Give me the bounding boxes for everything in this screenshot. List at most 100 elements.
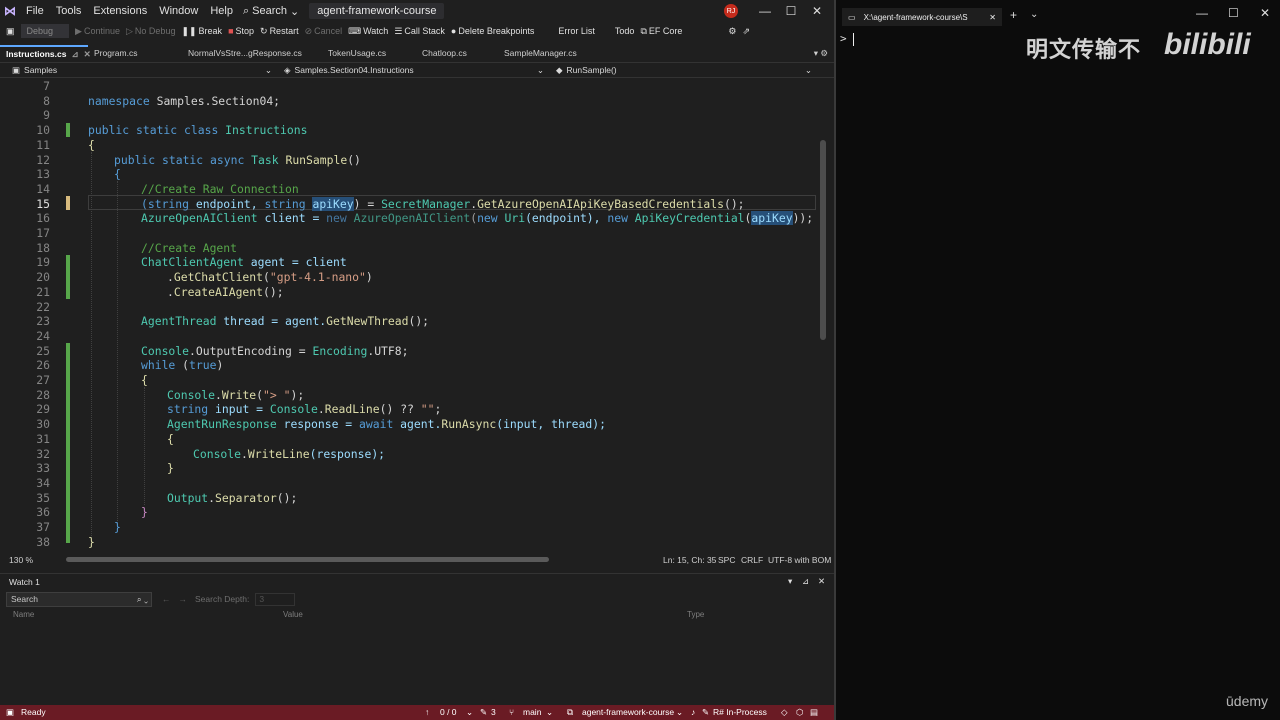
cancel-button[interactable]: ⊘ Cancel (305, 26, 343, 37)
watch-list[interactable] (8, 624, 820, 700)
call-stack-button[interactable]: ☰ Call Stack (394, 26, 445, 37)
tab-sample-manager[interactable]: SampleManager.cs (498, 45, 608, 61)
pin-icon[interactable]: ⊿ (71, 47, 78, 61)
chevron-down-icon[interactable]: ⌄ (466, 705, 473, 720)
terminal-tab[interactable]: ▭ X:\agent-framework-course\S ✕ (842, 8, 1002, 26)
status-repo[interactable]: agent-framework-course (582, 705, 674, 720)
error-list-button[interactable]: Error List (558, 26, 595, 36)
call-stack-label: Call Stack (404, 26, 445, 36)
code-line-20: .GetChatClient("gpt-4.1-nano") (167, 270, 373, 284)
watch-search-input[interactable]: Search ⌕ ⌄ (6, 591, 152, 607)
tab-instructions[interactable]: Instructions.cs ⊿ ✕ (0, 45, 91, 61)
chevron-down-icon[interactable]: ▾ (788, 576, 792, 587)
tab-token-usage[interactable]: TokenUsage.cs (322, 45, 416, 61)
repo-icon[interactable]: ⧉ (567, 705, 573, 720)
avatar[interactable]: RJ (724, 4, 738, 18)
notifications-icon[interactable]: ▤ (810, 705, 818, 720)
share-icon[interactable]: ⇗ (742, 26, 750, 37)
menu-help[interactable]: Help (204, 0, 239, 22)
zoom-level[interactable]: 130 % (9, 555, 33, 565)
member-dropdown[interactable]: ◆ RunSample() ⌄ (544, 65, 812, 76)
new-tab-icon[interactable]: + (1010, 8, 1017, 22)
status-branch[interactable]: main (523, 705, 541, 720)
todo-button[interactable]: Todo (615, 26, 635, 36)
column-name[interactable]: Name (13, 610, 34, 619)
code-line-31: { (167, 432, 174, 446)
status-edits[interactable]: 3 (491, 705, 496, 720)
git-icon[interactable]: ⬡ (796, 705, 803, 720)
forward-arrow-icon[interactable]: → (179, 594, 188, 604)
status-resharper[interactable]: R# In-Process (713, 705, 767, 720)
chevron-down-icon[interactable]: ⌄ (1030, 9, 1038, 20)
delete-breakpoints-button[interactable]: ● Delete Breakpoints (451, 26, 534, 36)
pencil-icon[interactable]: ✎ (702, 705, 709, 720)
tab-normal-vs-streaming[interactable]: NormalVsStre...gResponse.cs (182, 45, 322, 61)
pencil-icon[interactable]: ✎ (480, 705, 487, 720)
cursor-position[interactable]: Ln: 15, Ch: 35 (663, 555, 716, 565)
column-type[interactable]: Type (687, 610, 704, 619)
pin-icon[interactable]: ⊿ (802, 576, 809, 587)
no-debug-button[interactable]: ▷ No Debug (126, 26, 175, 37)
terminal-prompt[interactable]: > (840, 32, 854, 46)
close-tab-icon[interactable]: ✕ (989, 13, 1002, 22)
stop-icon: ■ (228, 26, 234, 36)
branch-icon[interactable]: ⑂ (509, 705, 514, 720)
menu-extensions[interactable]: Extensions (87, 0, 153, 22)
token: WriteLine (247, 446, 310, 461)
file-encoding[interactable]: UTF-8 with BOM (768, 555, 831, 565)
minimize-icon[interactable]: — (752, 0, 778, 22)
token: client = (257, 211, 327, 226)
editor-horizontal-scroll-thumb[interactable] (66, 557, 549, 562)
line-endings[interactable]: CRLF (741, 555, 763, 565)
token: (string (141, 196, 190, 211)
minimize-icon[interactable]: — (1196, 6, 1208, 20)
break-button[interactable]: ❚❚ Break (181, 26, 222, 37)
chevron-down-icon[interactable]: ⌄ (676, 705, 683, 720)
config-dropdown[interactable]: Debug (20, 24, 70, 38)
token: endpoint, (189, 196, 265, 211)
line-number: 16 (36, 211, 50, 226)
search-depth-select[interactable]: 3 (255, 592, 296, 606)
toolbox-icon[interactable]: ▣ (6, 26, 15, 37)
menu-file[interactable]: File (20, 0, 50, 22)
token: . (167, 270, 174, 285)
whitespace-mode[interactable]: SPC (718, 555, 735, 565)
debug-toolbar: ▣ Debug ▶ Continue ▷ No Debug ❚❚ Break ■ Sto… (0, 22, 834, 40)
watch-panel-header: Watch 1 ▾ ⊿ ✕ (0, 573, 834, 589)
search-box[interactable]: ⌕ Search ⌄ (243, 5, 299, 18)
maximize-icon[interactable]: ☐ (1228, 6, 1239, 20)
error-list-label: Error List (558, 26, 595, 36)
delete-breakpoints-label: Delete Breakpoints (458, 26, 535, 36)
bell-icon[interactable]: ♪ (691, 705, 695, 720)
title-bar: ⋈ File Tools Extensions Window Help ⌕ Se… (0, 0, 834, 22)
editor-scroll-thumb[interactable] (820, 140, 826, 340)
tab-overflow-icon[interactable]: ▾ ⚙ (808, 45, 834, 61)
arrow-up-icon[interactable]: ↑ (425, 705, 429, 720)
menu-tools[interactable]: Tools (50, 0, 88, 22)
tab-program[interactable]: Program.cs (88, 45, 182, 61)
tab-chatloop[interactable]: Chatloop.cs (416, 45, 498, 61)
project-dropdown[interactable]: ▣ Samples ⌄ (0, 65, 272, 76)
resharper-icon[interactable]: ◇ (781, 705, 788, 720)
menu-window[interactable]: Window (153, 0, 204, 22)
back-arrow-icon[interactable]: ← (162, 594, 171, 604)
token: (); (408, 314, 430, 329)
close-icon[interactable]: ✕ (1260, 6, 1270, 20)
type-dropdown[interactable]: ◈ Samples.Section04.Instructions ⌄ (272, 65, 544, 76)
ef-core-button[interactable]: ⧉ EF Core (640, 26, 682, 37)
chevron-down-icon[interactable]: ⌄ (546, 705, 553, 720)
code-editor[interactable]: 7 8 9 10 11 12 13 14 15 16 17 18 19 20 2… (0, 79, 834, 552)
continue-button[interactable]: ▶ Continue (75, 26, 120, 37)
close-icon[interactable]: ✕ (818, 576, 825, 587)
restart-button[interactable]: ↻ Restart (260, 26, 299, 37)
status-bar: ▣ Ready ↑ 0 / 0 ⌄ ✎ 3 ⑂ main ⌄ ⧉ agent-f… (0, 705, 834, 720)
copilot-icon[interactable]: ⚙ (728, 26, 736, 37)
status-errors[interactable]: 0 / 0 (440, 705, 457, 720)
vs-logo-icon[interactable]: ⋈ (0, 0, 20, 22)
token: GetNewThread (326, 314, 409, 329)
stop-button[interactable]: ■ Stop (228, 26, 254, 36)
watch-button[interactable]: ⌨ Watch (348, 26, 388, 37)
close-icon[interactable]: ✕ (804, 0, 830, 22)
maximize-icon[interactable]: ☐ (778, 0, 804, 22)
column-value[interactable]: Value (283, 610, 303, 619)
